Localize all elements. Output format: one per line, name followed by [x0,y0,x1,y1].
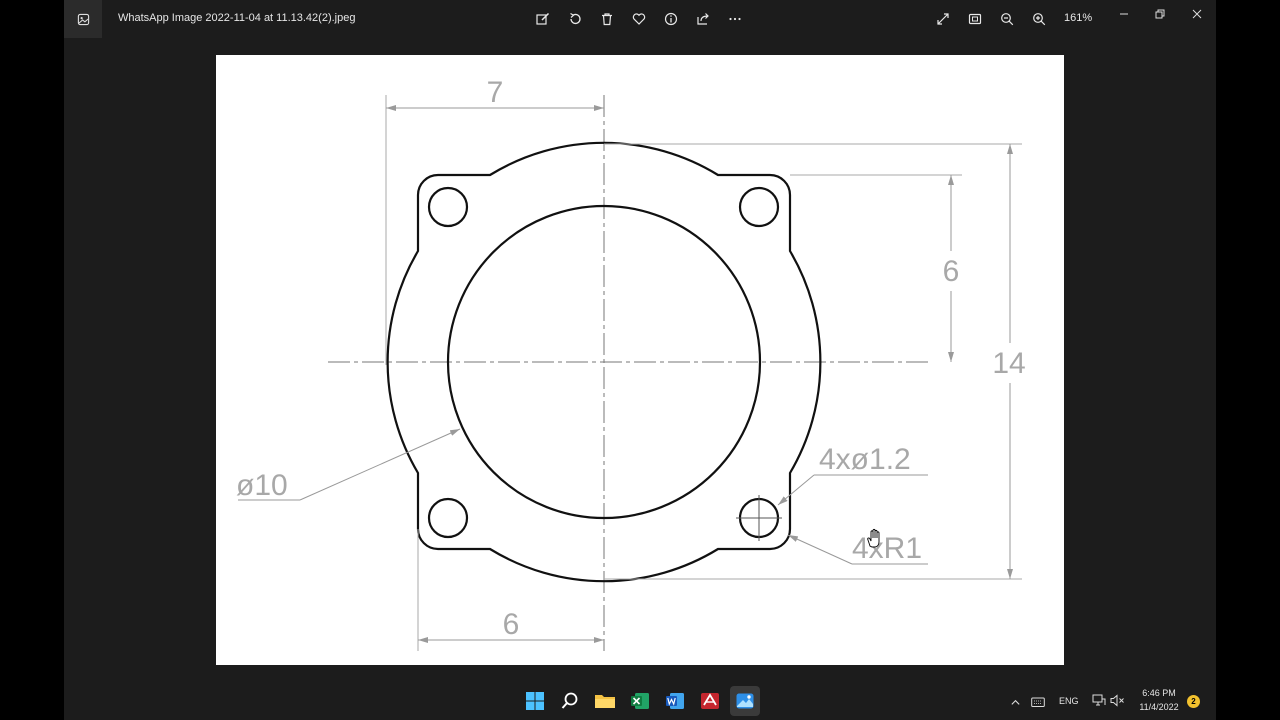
restore-icon [1155,9,1165,19]
keyboard-button[interactable] [1031,695,1045,713]
title-bar: WhatsApp Image 2022-11-04 at 11.13.42(2)… [64,0,1216,38]
mount-hole-top-left [427,186,469,228]
image-viewport[interactable]: 7 6 14 ø10 4xø1.2 4xR1 6 [216,55,1064,665]
notification-badge[interactable]: 2 [1187,695,1200,708]
dim-text-fillets: 4xR1 [852,532,922,565]
file-explorer-button[interactable] [590,686,620,716]
dim-text-diameter: ø10 [236,469,288,502]
dim-text-bottom-width: 6 [503,608,520,641]
network-button[interactable] [1092,694,1106,712]
word-button[interactable] [660,686,690,716]
favorite-button[interactable] [626,6,652,32]
rotate-button[interactable] [562,6,588,32]
rotate-icon [570,12,581,25]
info-button[interactable] [658,6,684,32]
delete-button[interactable] [594,6,620,32]
fit-to-window-icon [968,13,982,25]
fullscreen-icon [937,13,949,25]
clock-date: 11/4/2022 [1139,702,1179,712]
close-icon [1192,9,1202,19]
favorite-icon [632,13,646,25]
share-icon [697,13,709,25]
search-icon [561,692,578,709]
language-indicator[interactable]: ENG [1059,696,1079,706]
fullscreen-button[interactable] [930,6,956,32]
dim-text-holes: 4xø1.2 [819,443,911,476]
photos-button[interactable] [730,686,760,716]
leader-fillets: 4xR1 [787,532,928,565]
restore-button[interactable] [1141,0,1179,28]
dimension-bottom-width: 6 [417,529,604,651]
chevron-up-icon [1011,699,1020,705]
zoom-in-icon [1033,13,1046,26]
dim-text-top-width: 7 [487,76,504,109]
zoom-out-button[interactable] [994,6,1020,32]
file-title: WhatsApp Image 2022-11-04 at 11.13.42(2)… [118,12,356,24]
keyboard-icon [1031,697,1045,707]
start-icon [526,692,544,710]
clock-time: 6:46 PM [1142,688,1176,698]
volume-button[interactable] [1110,694,1125,712]
zoom-level[interactable]: 161% [1064,12,1092,24]
cad-drawing: 7 6 14 ø10 4xø1.2 4xR1 6 [236,76,1034,651]
share-button[interactable] [690,6,716,32]
show-hidden-icons-button[interactable] [1010,695,1021,713]
info-icon [664,12,678,26]
dim-text-total-height: 14 [992,347,1025,380]
dimension-inner-height: 6 [790,174,968,362]
volume-muted-icon [1110,694,1124,707]
cad-app-icon [701,693,719,709]
more-button[interactable] [722,6,748,32]
excel-icon [631,693,649,709]
zoom-out-icon [1001,13,1014,26]
delete-icon [602,13,612,26]
more-icon [729,17,741,21]
close-button[interactable] [1178,0,1216,28]
photos-app-icon [64,0,102,38]
dim-text-inner-height: 6 [943,255,960,288]
leader-diameter: ø10 [236,428,461,502]
photos-icon [736,693,754,709]
zoom-in-button[interactable] [1026,6,1052,32]
edit-image-button[interactable] [530,6,556,32]
network-icon [1092,694,1106,706]
cad-app-button[interactable] [695,686,725,716]
mount-hole-top-right [738,186,780,228]
photos-app-window: WhatsApp Image 2022-11-04 at 11.13.42(2)… [64,0,1216,720]
file-explorer-icon [595,695,615,708]
edit-image-icon [536,12,550,25]
minimize-button[interactable] [1105,0,1143,28]
minimize-icon [1120,13,1128,15]
fit-to-window-button[interactable] [962,6,988,32]
search-button[interactable] [555,686,585,716]
mount-hole-bottom-left [427,497,469,539]
taskbar: ENG 6:46 PM 11/4/2022 2 [64,682,1216,720]
word-icon [666,693,684,709]
start-button[interactable] [520,686,550,716]
excel-button[interactable] [625,686,655,716]
